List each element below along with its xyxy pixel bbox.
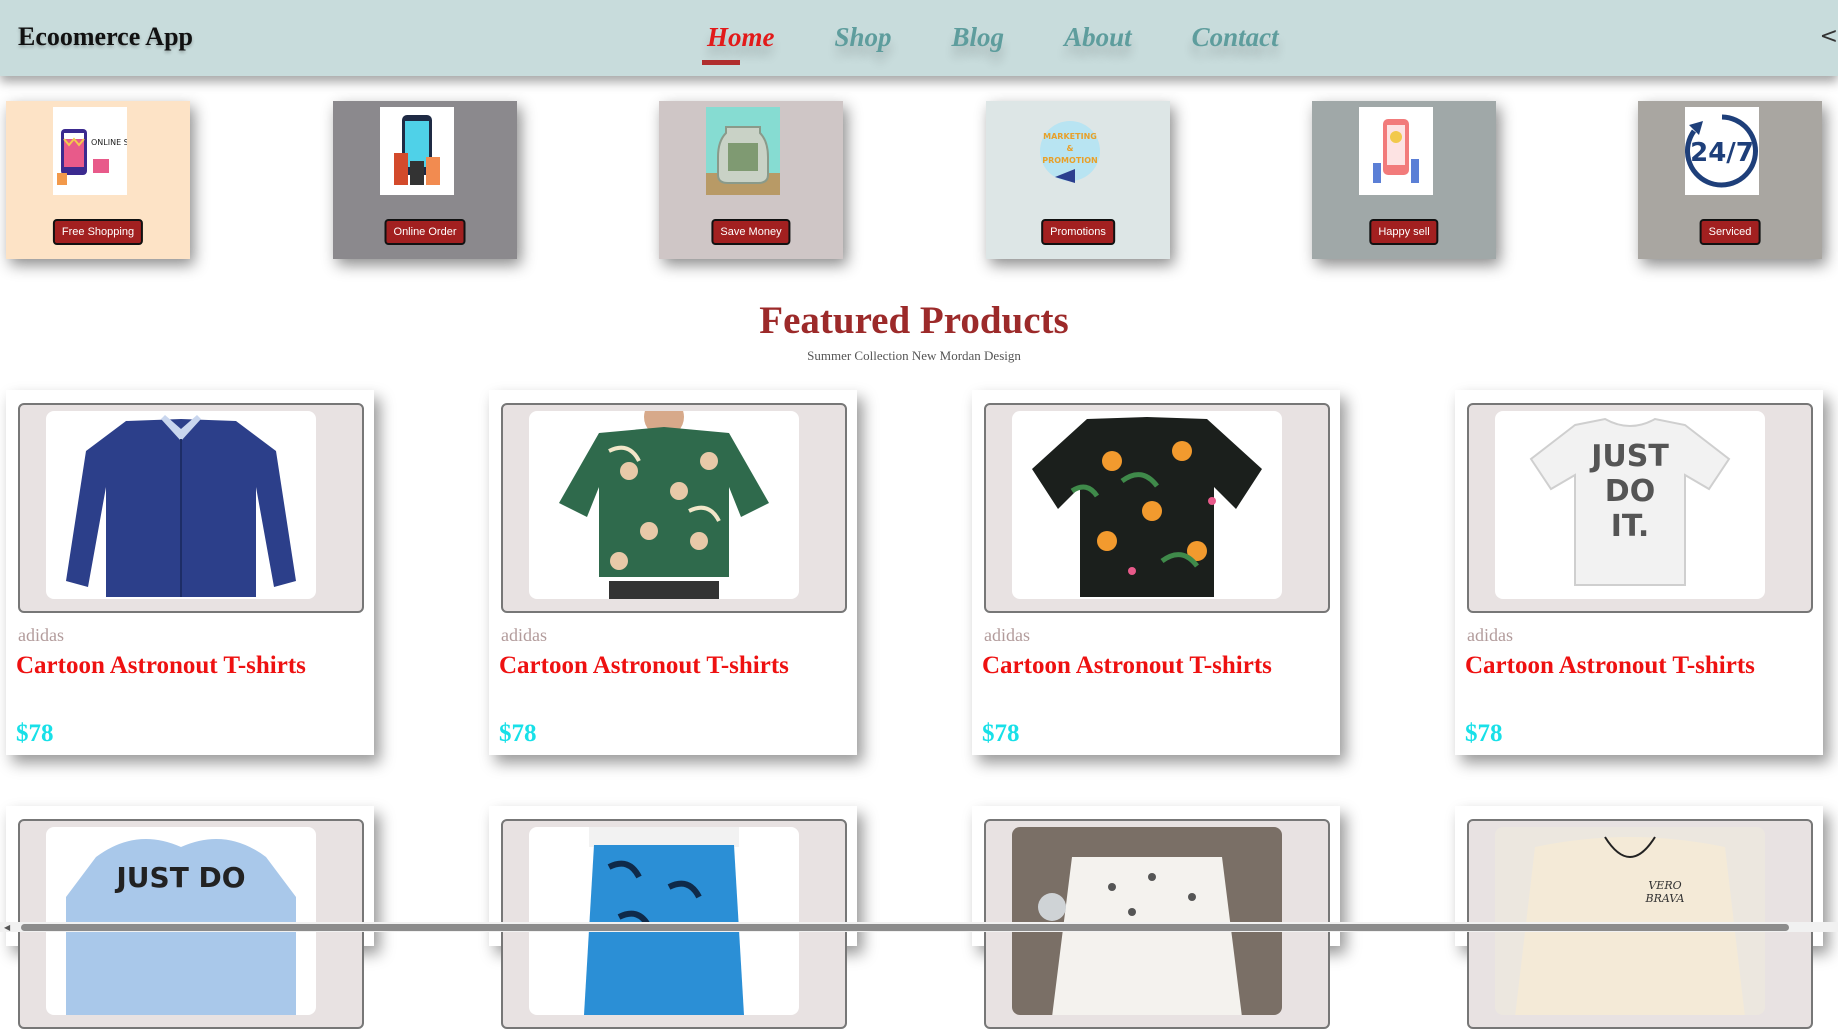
product-image-frame bbox=[984, 403, 1330, 613]
nav-link-home[interactable]: Home bbox=[702, 22, 775, 65]
feature-save-money: Save Money bbox=[659, 101, 843, 259]
product-price: $78 bbox=[16, 720, 54, 747]
mobile-order-icon bbox=[380, 107, 454, 195]
product-brand: adidas bbox=[1467, 625, 1513, 645]
white-just-do-it-tshirt-image[interactable]: JUST DO IT. bbox=[1495, 411, 1765, 599]
serviced-button[interactable]: Serviced bbox=[1699, 219, 1761, 245]
happy-sell-icon bbox=[1359, 107, 1433, 195]
black-floral-hawaiian-shirt-image[interactable] bbox=[1012, 411, 1282, 599]
24-7-service-icon: 24/7 bbox=[1685, 107, 1759, 195]
feature-online-order: Online Order bbox=[333, 101, 517, 259]
blue-palm-shorts-image[interactable] bbox=[529, 827, 799, 1015]
product-name[interactable]: Cartoon Astronout T-shirts bbox=[16, 652, 306, 680]
product-brand: adidas bbox=[984, 625, 1030, 645]
promotions-button[interactable]: Promotions bbox=[1041, 219, 1115, 245]
feature-happy-sell: Happy sell bbox=[1312, 101, 1496, 259]
scroll-left-arrow-icon[interactable]: ◀ bbox=[4, 923, 10, 932]
product-brand: adidas bbox=[501, 625, 547, 645]
product-image-frame bbox=[18, 403, 364, 613]
happy-sell-button[interactable]: Happy sell bbox=[1369, 219, 1439, 245]
online-shopping-icon: ONLINE SHOPPING bbox=[53, 107, 127, 195]
white-printed-shirt-image[interactable] bbox=[1012, 827, 1282, 1015]
product-card[interactable]: JUST DO IT. adidas Cartoon Astronout T-s… bbox=[1455, 390, 1823, 755]
nav-menu: Home Shop Blog About Contact bbox=[702, 22, 1339, 65]
nav-link-contact[interactable]: Contact bbox=[1192, 22, 1279, 53]
product-name[interactable]: Cartoon Astronout T-shirts bbox=[982, 652, 1272, 680]
product-card[interactable]: adidas Cartoon Astronout T-shirts $78 bbox=[489, 390, 857, 755]
marketing-promotion-icon: MARKETING & PROMOTION bbox=[1033, 107, 1107, 195]
svg-text:ONLINE SHOPPING: ONLINE SHOPPING bbox=[91, 138, 127, 147]
svg-text:24/7: 24/7 bbox=[1690, 138, 1754, 168]
nav-link-about[interactable]: About bbox=[1064, 22, 1132, 53]
product-brand: adidas bbox=[18, 625, 64, 645]
money-jar-icon bbox=[706, 107, 780, 195]
product-card[interactable]: adidas Cartoon Astronout T-shirts $78 bbox=[6, 390, 374, 755]
nav-overflow-glyph[interactable]: < bbox=[1820, 24, 1838, 49]
brand-logo[interactable]: Ecoomerce App bbox=[18, 22, 193, 52]
nav-link-shop[interactable]: Shop bbox=[835, 22, 892, 53]
featured-products-subtitle: Summer Collection New Mordan Design bbox=[807, 348, 1021, 363]
navbar: Ecoomerce App Home Shop Blog About Conta… bbox=[0, 0, 1838, 76]
horizontal-scrollbar[interactable]: ◀ bbox=[0, 922, 1838, 932]
save-money-button[interactable]: Save Money bbox=[711, 219, 791, 245]
feature-free-shopping: ONLINE SHOPPING Free Shopping bbox=[6, 101, 190, 259]
nav-link-blog[interactable]: Blog bbox=[952, 22, 1005, 53]
feature-promotions: MARKETING & PROMOTION Promotions bbox=[986, 101, 1170, 259]
featured-products-title: Featured Products bbox=[759, 299, 1069, 342]
product-image-frame: JUST DO IT. bbox=[1467, 403, 1813, 613]
scrollbar-thumb[interactable] bbox=[21, 924, 1789, 931]
product-price: $78 bbox=[982, 720, 1020, 747]
product-name[interactable]: Cartoon Astronout T-shirts bbox=[499, 652, 789, 680]
product-card[interactable]: adidas Cartoon Astronout T-shirts $78 bbox=[972, 390, 1340, 755]
product-image-frame bbox=[501, 403, 847, 613]
navy-dress-shirt-image[interactable] bbox=[46, 411, 316, 599]
free-shopping-button[interactable]: Free Shopping bbox=[52, 219, 144, 245]
cream-sweatshirt-image[interactable]: VERO BRAVA bbox=[1495, 827, 1765, 1015]
tropical-face-print-shirt-image[interactable] bbox=[529, 411, 799, 599]
product-name[interactable]: Cartoon Astronout T-shirts bbox=[1465, 652, 1755, 680]
svg-text:JUST DO: JUST DO bbox=[114, 861, 245, 894]
light-blue-just-do-tshirt-image[interactable]: JUST DO bbox=[46, 827, 316, 1015]
product-price: $78 bbox=[1465, 720, 1503, 747]
online-order-button[interactable]: Online Order bbox=[384, 219, 466, 245]
product-price: $78 bbox=[499, 720, 537, 747]
feature-serviced: 24/7 Serviced bbox=[1638, 101, 1822, 259]
